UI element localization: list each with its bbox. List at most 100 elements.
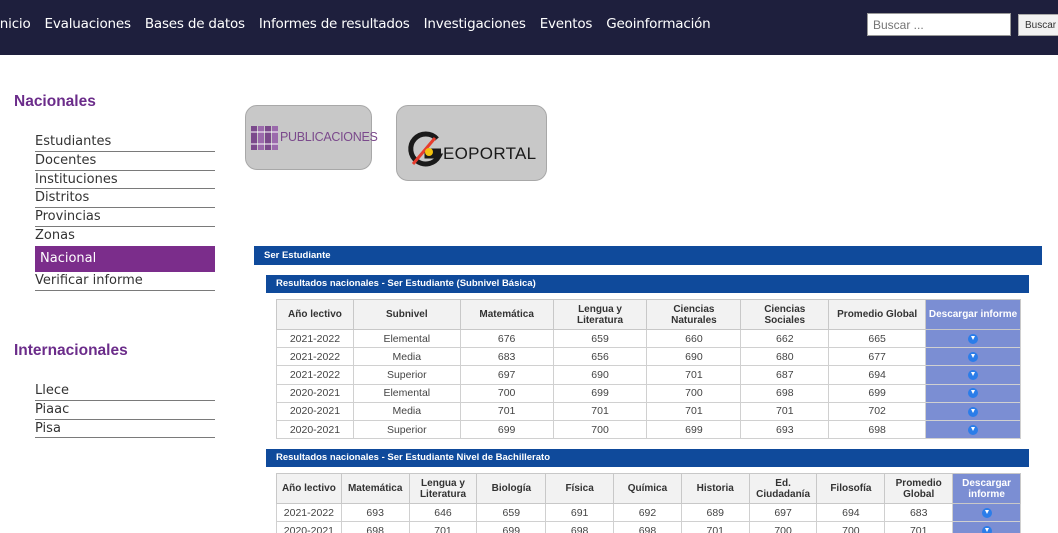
col-header: Matemática: [459, 299, 554, 330]
sidebar-item-docentes[interactable]: Docentes: [35, 152, 215, 171]
section-title-bar: Ser Estudiante: [254, 246, 1042, 265]
sidebar-item-distritos[interactable]: Distritos: [35, 189, 215, 209]
nacionales-heading: Nacionales: [14, 93, 96, 110]
table-row: 2021-2022 Superior 697 690 701 687 694: [276, 365, 1021, 385]
table-cell: 689: [680, 502, 750, 523]
top-nav-bar: Inicio Evaluaciones Bases de datos Infor…: [0, 0, 1058, 55]
table-cell: 698: [545, 521, 615, 533]
sidebar-item-instituciones[interactable]: Instituciones: [35, 171, 215, 190]
table-cell: 701: [646, 401, 742, 421]
table-cell: 2021-2022: [276, 365, 354, 385]
table-cell: 694: [828, 365, 927, 385]
table-cell: 702: [828, 401, 927, 421]
table-row: 2021-2022 Media 683 656 690 680 677: [276, 347, 1021, 367]
download-icon[interactable]: [968, 352, 979, 362]
sidebar-item-pisa[interactable]: Pisa: [35, 420, 215, 439]
nav-item-investigaciones[interactable]: Investigaciones: [424, 16, 526, 32]
download-cell: [925, 419, 1021, 440]
nav-item-geoinformacion[interactable]: Geoinformación: [606, 16, 710, 32]
download-icon[interactable]: [981, 507, 992, 518]
table-cell: Superior: [352, 419, 461, 440]
col-header: Lengua y Literatura: [408, 473, 478, 504]
download-icon[interactable]: [981, 526, 992, 533]
table-row: 2020-2021 Elemental 700 699 700 698 699: [276, 383, 1021, 403]
table-cell: 2020-2021: [276, 383, 354, 403]
table-cell: 700: [646, 383, 742, 403]
col-header-download: Descargar informe: [952, 473, 1021, 504]
table-cell: 646: [408, 502, 478, 523]
nav-item-informes[interactable]: Informes de resultados: [259, 16, 410, 32]
basica-table-title: Resultados nacionales - Ser Estudiante (…: [266, 275, 1029, 293]
table-row: 2021-2022 693 646 659 691 692 689 697 694 683: [276, 502, 1021, 523]
sidebar-item-estudiantes[interactable]: Estudiantes: [35, 133, 215, 152]
col-header: Lengua y Literatura: [552, 299, 648, 330]
download-cell: [925, 401, 1021, 421]
table-cell: 2020-2021: [276, 419, 354, 440]
table-cell: 2021-2022: [276, 328, 354, 349]
download-icon[interactable]: [968, 406, 979, 417]
download-icon[interactable]: [968, 388, 979, 399]
sidebar-item-piaac[interactable]: Piaac: [35, 401, 215, 420]
table-cell: 699: [646, 419, 742, 440]
table-cell: Superior: [352, 365, 461, 385]
nav-item-inicio[interactable]: Inicio: [0, 16, 31, 32]
col-header: Subnivel: [352, 299, 461, 330]
download-icon[interactable]: [968, 370, 979, 381]
download-cell: [925, 383, 1021, 403]
publicaciones-label: PUBLICACIONES: [280, 130, 378, 144]
table-cell: 683: [459, 347, 554, 367]
table-cell: 700: [816, 521, 886, 533]
nav-item-bases-de-datos[interactable]: Bases de datos: [145, 16, 245, 32]
col-header: Año lectivo: [276, 299, 354, 330]
nacionales-menu: Estudiantes Docentes Instituciones Distr…: [35, 133, 215, 291]
table-cell: 701: [646, 365, 742, 385]
bachillerato-results-table: Año lectivo Matemática Lengua y Literatu…: [276, 473, 1021, 533]
download-cell: [925, 365, 1021, 385]
table-cell: 700: [552, 419, 648, 440]
table-cell: 692: [613, 502, 682, 523]
table-cell: 683: [884, 502, 954, 523]
table-cell: 659: [476, 502, 547, 523]
table-cell: Media: [352, 347, 461, 367]
internacionales-heading: Internacionales: [14, 342, 128, 359]
download-icon[interactable]: [968, 333, 979, 344]
internacionales-menu: Llece Piaac Pisa: [35, 382, 215, 439]
table-cell: 691: [545, 502, 615, 523]
publicaciones-card[interactable]: PUBLICACIONES: [245, 105, 378, 170]
col-header: Física: [545, 473, 615, 504]
col-header: Promedio Global: [828, 299, 927, 330]
sidebar-item-nacional[interactable]: Nacional: [35, 245, 215, 272]
bachillerato-table-title: Resultados nacionales - Ser Estudiante N…: [266, 449, 1029, 467]
col-header: Ed. Ciudadanía: [748, 473, 818, 504]
nav-item-evaluaciones[interactable]: Evaluaciones: [45, 16, 132, 32]
search-input[interactable]: [867, 13, 1011, 36]
download-cell: [925, 328, 1021, 349]
sidebar-item-verificar-informe[interactable]: Verificar informe: [35, 272, 215, 291]
nav-item-eventos[interactable]: Eventos: [540, 16, 593, 32]
table-cell: 693: [740, 419, 830, 440]
col-header: Promedio Global: [884, 473, 954, 504]
table-cell: 697: [459, 365, 554, 385]
sidebar-item-zonas[interactable]: Zonas: [35, 227, 215, 246]
table-cell: 2021-2022: [276, 502, 342, 523]
table-cell: 680: [740, 347, 830, 367]
table-cell: 700: [748, 521, 818, 533]
table-cell: 701: [552, 401, 648, 421]
col-header: Año lectivo: [276, 473, 342, 504]
search-button[interactable]: Buscar: [1018, 14, 1058, 36]
table-cell: 693: [340, 502, 410, 523]
download-icon[interactable]: [968, 424, 979, 435]
table-cell: 677: [828, 347, 927, 367]
sidebar-item-llece[interactable]: Llece: [35, 382, 215, 401]
table-cell: 687: [740, 365, 830, 385]
table-cell: 701: [884, 521, 954, 533]
table-cell: 699: [828, 383, 927, 403]
table-cell: Media: [352, 401, 461, 421]
geoportal-card[interactable]: EOPORTAL: [396, 105, 547, 181]
col-header: Química: [613, 473, 682, 504]
table-row: 2020-2021 Superior 699 700 699 693 698: [276, 419, 1021, 440]
download-cell: [952, 502, 1021, 523]
sidebar-item-provincias[interactable]: Provincias: [35, 208, 215, 227]
col-header: Ciencias Naturales: [646, 299, 742, 330]
table-cell: 698: [828, 419, 927, 440]
